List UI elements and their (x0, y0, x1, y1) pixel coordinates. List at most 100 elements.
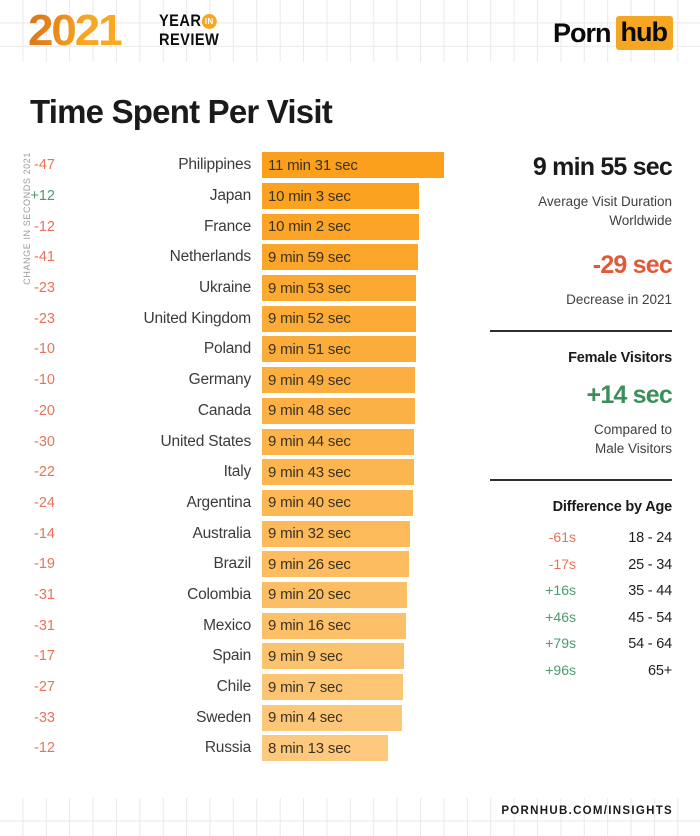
bar-track: 9 min 53 sec (262, 275, 470, 302)
country-label: France (203, 217, 251, 235)
in-badge-icon: IN (202, 14, 217, 29)
bar: 11 min 31 sec (262, 152, 444, 179)
table-row: -12 Russia 8 min 13 sec (0, 733, 470, 764)
table-row: -27 Chile 9 min 7 sec (0, 672, 470, 703)
bar: 9 min 43 sec (262, 459, 414, 486)
bar-track: 9 min 43 sec (262, 459, 470, 486)
country-label: Brazil (213, 555, 251, 573)
year-logo: 2021 (28, 6, 124, 55)
table-row: -22 Italy 9 min 43 sec (0, 457, 470, 488)
female-visitors-label: Compared to Male Visitors (490, 420, 672, 458)
difference-by-age-heading: Difference by Age (552, 499, 673, 515)
change-value: -19 (34, 556, 55, 573)
bar: 9 min 9 sec (262, 643, 404, 670)
bar: 9 min 20 sec (262, 581, 407, 608)
bar: 9 min 53 sec (262, 275, 417, 302)
change-value: -12 (34, 740, 55, 757)
table-row: -41 Netherlands 9 min 59 sec (0, 242, 470, 273)
age-row: +16s 35 - 44 (490, 582, 672, 599)
bar-track: 9 min 44 sec (262, 428, 470, 455)
country-label: Mexico (203, 616, 251, 634)
change-value: -31 (34, 617, 55, 634)
decrease-value: -29 sec (592, 251, 673, 279)
age-range-label: 54 - 64 (628, 636, 672, 652)
country-label: United Kingdom (143, 309, 252, 327)
table-row: -23 United Kingdom 9 min 52 sec (0, 303, 470, 334)
bar-track: 10 min 3 sec (262, 183, 470, 210)
table-row: -10 Poland 9 min 51 sec (0, 334, 470, 365)
age-row: +79s 54 - 64 (490, 635, 672, 652)
age-range-label: 18 - 24 (628, 530, 672, 546)
brand-logo: Porn hub (553, 16, 673, 50)
bar-track: 9 min 40 sec (262, 489, 470, 516)
bar-track: 9 min 49 sec (262, 367, 470, 394)
age-range-label: 25 - 34 (628, 556, 672, 573)
bar-track: 9 min 7 sec (262, 674, 470, 701)
age-row: +46s 45 - 54 (490, 609, 672, 626)
page-title: Time Spent Per Visit (30, 93, 333, 130)
change-value: -23 (34, 280, 55, 297)
age-row: +96s 65+ (490, 662, 672, 679)
bar: 9 min 40 sec (262, 489, 413, 516)
change-value: -31 (34, 586, 55, 603)
change-value: -24 (34, 494, 55, 511)
table-row: -33 Sweden 9 min 4 sec (0, 702, 470, 733)
bar-track: 9 min 16 sec (262, 612, 470, 639)
age-row: -17s 25 - 34 (490, 556, 672, 573)
bar: 9 min 32 sec (262, 520, 411, 547)
age-delta-value: +46s (545, 608, 576, 625)
table-row: -14 Australia 9 min 32 sec (0, 518, 470, 549)
table-row: -31 Colombia 9 min 20 sec (0, 580, 470, 611)
header: 2021 YEAR IN REVIEW Porn hub (0, 0, 700, 62)
bar-track: 9 min 59 sec (262, 244, 470, 271)
bar-track: 10 min 2 sec (262, 213, 470, 240)
table-row: -10 Germany 9 min 49 sec (0, 365, 470, 396)
country-label: Japan (209, 187, 251, 205)
bar: 9 min 16 sec (262, 612, 406, 639)
bar-track: 9 min 4 sec (262, 704, 470, 731)
change-value: -47 (34, 157, 55, 174)
bar: 10 min 2 sec (262, 213, 419, 240)
country-label: Italy (223, 463, 252, 481)
country-label: Philippines (178, 156, 251, 174)
stats-panel: 9 min 55 sec Average Visit Duration Worl… (490, 150, 673, 688)
table-row: -17 Spain 9 min 9 sec (0, 641, 470, 672)
bar-track: 9 min 51 sec (262, 336, 470, 363)
country-label: Poland (203, 340, 251, 358)
age-delta-value: -61s (548, 529, 576, 545)
country-label: Colombia (187, 585, 251, 603)
bar-track: 11 min 31 sec (262, 152, 470, 179)
bar-track: 9 min 32 sec (262, 520, 470, 547)
country-label: Sweden (196, 708, 251, 726)
infographic-page: 2021 YEAR IN REVIEW Porn hub Time Spent P… (0, 0, 700, 836)
country-label: Australia (192, 524, 251, 542)
bar-chart: -47 Philippines 11 min 31 sec +12 Japan 10 mi… (0, 150, 470, 764)
change-value: -22 (34, 464, 55, 481)
female-visitors-heading: Female Visitors (568, 350, 672, 366)
bar-track: 9 min 48 sec (262, 397, 470, 424)
bar-track: 9 min 20 sec (262, 581, 470, 608)
country-label: Ukraine (198, 279, 251, 297)
table-row: -47 Philippines 11 min 31 sec (0, 150, 470, 181)
change-value: -17 (34, 648, 55, 665)
bar: 9 min 44 sec (262, 428, 414, 455)
table-row: +12 Japan 10 min 3 sec (0, 181, 470, 212)
bar: 9 min 7 sec (262, 674, 404, 701)
country-label: Russia (204, 739, 251, 757)
change-value: -10 (34, 341, 55, 358)
change-value: -30 (34, 433, 55, 450)
bar: 9 min 51 sec (262, 336, 416, 363)
average-duration-label: Average Visit Duration Worldwide (490, 192, 672, 230)
change-value: +12 (30, 188, 55, 205)
female-visitors-label-line1: Compared to (593, 422, 672, 437)
age-range-label: 35 - 44 (628, 583, 672, 599)
table-row: -23 Ukraine 9 min 53 sec (0, 273, 470, 304)
panel-divider-2 (490, 479, 672, 481)
panel-divider-1 (490, 330, 672, 332)
age-row: -61s 18 - 24 (490, 529, 672, 546)
bar-track: 9 min 9 sec (262, 643, 470, 670)
grid-background-bottom (0, 798, 700, 836)
country-label: Germany (188, 371, 252, 389)
age-delta-value: +79s (545, 635, 576, 651)
bar-track: 9 min 52 sec (262, 305, 470, 332)
